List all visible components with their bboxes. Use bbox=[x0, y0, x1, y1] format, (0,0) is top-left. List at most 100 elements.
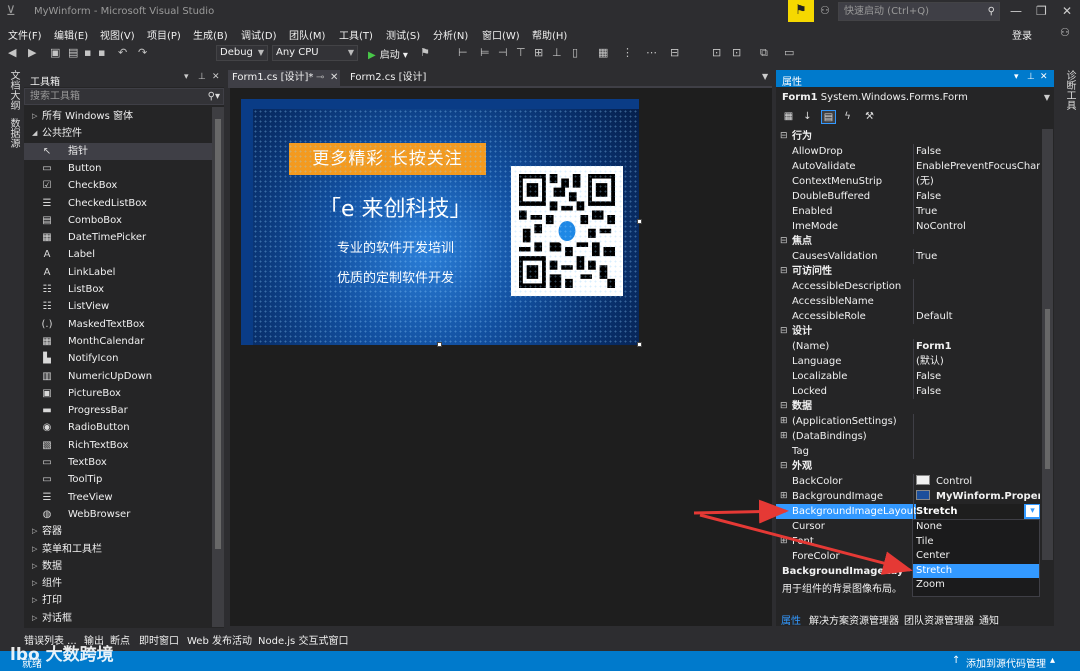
menu-edit[interactable]: 编辑(E) bbox=[54, 27, 88, 42]
expand-icon[interactable]: ⊞ bbox=[780, 429, 788, 444]
toolbox-item[interactable]: A LinkLabel bbox=[24, 264, 212, 281]
maximize-button[interactable]: ❐ bbox=[1036, 4, 1047, 18]
align-right-icon[interactable]: ⊣ bbox=[498, 46, 508, 59]
toolbox-item[interactable]: ▬ ProgressBar bbox=[24, 402, 212, 419]
expand-icon[interactable]: ▷ bbox=[32, 541, 37, 558]
menu-team[interactable]: 团队(M) bbox=[289, 27, 325, 42]
bring-front-icon[interactable]: ⧉ bbox=[760, 46, 768, 60]
collapse-icon[interactable]: ⊟ bbox=[780, 324, 788, 339]
collapse-icon[interactable]: ⊟ bbox=[780, 459, 788, 474]
menu-view[interactable]: 视图(V) bbox=[100, 27, 135, 42]
toolbox-item[interactable]: ▥ NumericUpDown bbox=[24, 368, 212, 385]
attach-icon[interactable]: ⚑ bbox=[420, 46, 430, 59]
toolbox-item[interactable]: ↖ 指针 bbox=[24, 142, 212, 160]
back-icon[interactable]: ◀ bbox=[8, 46, 16, 59]
property-value[interactable]: False bbox=[916, 144, 1040, 159]
vtab-diagnostic-tools[interactable]: 诊断工具 bbox=[1062, 70, 1077, 110]
toolbox-item[interactable]: ☰ TreeView bbox=[24, 489, 212, 506]
menu-test[interactable]: 测试(S) bbox=[386, 27, 420, 42]
toolbox-search-input[interactable]: 搜索工具箱 ⚲▾ bbox=[24, 88, 224, 105]
pin-icon[interactable]: ⊥ bbox=[1027, 72, 1035, 82]
scroll-thumb[interactable] bbox=[1045, 309, 1050, 469]
toolbox-item[interactable]: ☷ ListView bbox=[24, 298, 212, 315]
minimize-button[interactable]: — bbox=[1010, 4, 1022, 18]
form1-canvas[interactable]: 更多精彩 长按关注 「e 来创科技」 专业的软件开发培训 优质的定制软件开发 bbox=[241, 99, 639, 345]
chevron-up-icon[interactable]: ▴ bbox=[1050, 655, 1055, 666]
properties-view-icon[interactable]: ▤ bbox=[821, 110, 836, 124]
notification-flag-icon[interactable]: ⚑ bbox=[788, 0, 814, 22]
expand-icon[interactable]: ▷ bbox=[32, 108, 37, 125]
toolbox-item[interactable]: ▦ MonthCalendar bbox=[24, 333, 212, 350]
toolbox-item[interactable]: ▭ Button bbox=[24, 160, 212, 177]
save-all-icon[interactable]: ▪ bbox=[98, 46, 105, 59]
property-row[interactable]: AccessibleDescription bbox=[776, 279, 1040, 294]
property-grid-scrollbar[interactable] bbox=[1042, 129, 1053, 560]
grid-icon[interactable]: ▦ bbox=[598, 46, 608, 59]
menu-debug[interactable]: 调试(D) bbox=[241, 27, 277, 42]
dropdown-icon[interactable]: ▾ bbox=[184, 72, 189, 82]
property-row[interactable]: Enabled True bbox=[776, 204, 1040, 219]
property-category[interactable]: ⊟ 行为 bbox=[776, 129, 1040, 144]
toolbox-item[interactable]: ▤ ComboBox bbox=[24, 212, 212, 229]
property-value[interactable]: (无) bbox=[916, 174, 1040, 189]
tab-notifications[interactable]: 通知 bbox=[979, 612, 999, 627]
toolbox-item[interactable]: ◉ RadioButton bbox=[24, 419, 212, 436]
collapse-icon[interactable]: ⊟ bbox=[780, 234, 788, 249]
tab-web-publish[interactable]: Web 发布活动 bbox=[187, 632, 252, 647]
property-value[interactable]: Control bbox=[916, 474, 1040, 489]
layout-dropdown-button[interactable]: ▾ bbox=[1025, 504, 1040, 518]
tab-properties[interactable]: 属性 bbox=[781, 612, 801, 627]
close-icon[interactable]: ✕ bbox=[1040, 72, 1048, 82]
property-value[interactable]: MyWinform.Properties bbox=[916, 489, 1040, 504]
align-center-icon[interactable]: ⊨ bbox=[480, 46, 490, 59]
open-icon[interactable]: ▤ bbox=[68, 46, 78, 59]
property-row[interactable]: BackgroundImageLayout Stretch bbox=[776, 504, 1040, 519]
alphabetical-icon[interactable]: ↓ bbox=[800, 110, 815, 124]
property-row[interactable]: AutoValidate EnablePreventFocusChange bbox=[776, 159, 1040, 174]
toolbox-item[interactable]: ▧ RichTextBox bbox=[24, 437, 212, 454]
property-category[interactable]: ⊟ 焦点 bbox=[776, 234, 1040, 249]
tab-overflow-icon[interactable]: ▼ bbox=[762, 72, 768, 81]
collapse-icon[interactable]: ⊟ bbox=[780, 129, 788, 144]
property-row[interactable]: ⊞ (ApplicationSettings) bbox=[776, 414, 1040, 429]
property-pages-icon[interactable]: ⚒ bbox=[862, 110, 877, 124]
property-value[interactable]: False bbox=[916, 189, 1040, 204]
resize-handle-bottom[interactable] bbox=[437, 342, 442, 347]
expand-icon[interactable]: ⊞ bbox=[780, 414, 788, 429]
collapse-icon[interactable]: ◢ bbox=[32, 125, 37, 142]
vtab-data-sources[interactable]: 数据源 bbox=[6, 118, 21, 148]
close-button[interactable]: ✕ bbox=[1062, 4, 1072, 18]
login-link[interactable]: 登录 bbox=[1012, 27, 1032, 42]
property-value[interactable]: True bbox=[916, 204, 1040, 219]
toolbox-item[interactable]: ◍ WebBrowser bbox=[24, 506, 212, 523]
property-category[interactable]: ⊟ 数据 bbox=[776, 399, 1040, 414]
toolbox-item[interactable]: ▣ PictureBox bbox=[24, 385, 212, 402]
toolbox-item[interactable]: ☰ CheckedListBox bbox=[24, 195, 212, 212]
menu-project[interactable]: 项目(P) bbox=[147, 27, 181, 42]
layout-option[interactable]: Zoom bbox=[913, 578, 1039, 592]
expand-icon[interactable]: ⊞ bbox=[780, 489, 788, 504]
close-icon[interactable]: ✕ bbox=[330, 70, 338, 86]
spacing2-icon[interactable]: ⋯ bbox=[646, 46, 657, 59]
property-row[interactable]: AccessibleName bbox=[776, 294, 1040, 309]
property-category[interactable]: ⊟ 设计 bbox=[776, 324, 1040, 339]
toolbox-item[interactable]: ☑ CheckBox bbox=[24, 177, 212, 194]
spacing3-icon[interactable]: ⊟ bbox=[670, 46, 679, 59]
save-icon[interactable]: ▪ bbox=[84, 46, 91, 59]
expand-icon[interactable]: ▷ bbox=[32, 558, 37, 575]
property-row[interactable]: ImeMode NoControl bbox=[776, 219, 1040, 234]
collapse-icon[interactable]: ⊟ bbox=[780, 399, 788, 414]
config-select[interactable]: Debug ▼ bbox=[216, 45, 268, 61]
property-row[interactable]: Tag bbox=[776, 444, 1040, 459]
pin-icon[interactable]: ⊥ bbox=[198, 72, 206, 82]
events-icon[interactable]: ϟ bbox=[840, 110, 855, 124]
scroll-thumb[interactable] bbox=[215, 119, 221, 549]
toolbox-item[interactable]: ▦ DateTimePicker bbox=[24, 229, 212, 246]
feedback-icon[interactable]: ⚇ bbox=[820, 4, 830, 17]
toolbox-scrollbar[interactable] bbox=[212, 107, 224, 627]
property-value[interactable]: (默认) bbox=[916, 354, 1040, 369]
property-row[interactable]: (Name) Form1 bbox=[776, 339, 1040, 354]
toolbox-item[interactable]: ▭ TextBox bbox=[24, 454, 212, 471]
menu-window[interactable]: 窗口(W) bbox=[482, 27, 520, 42]
layout-option[interactable]: Tile bbox=[913, 535, 1039, 549]
